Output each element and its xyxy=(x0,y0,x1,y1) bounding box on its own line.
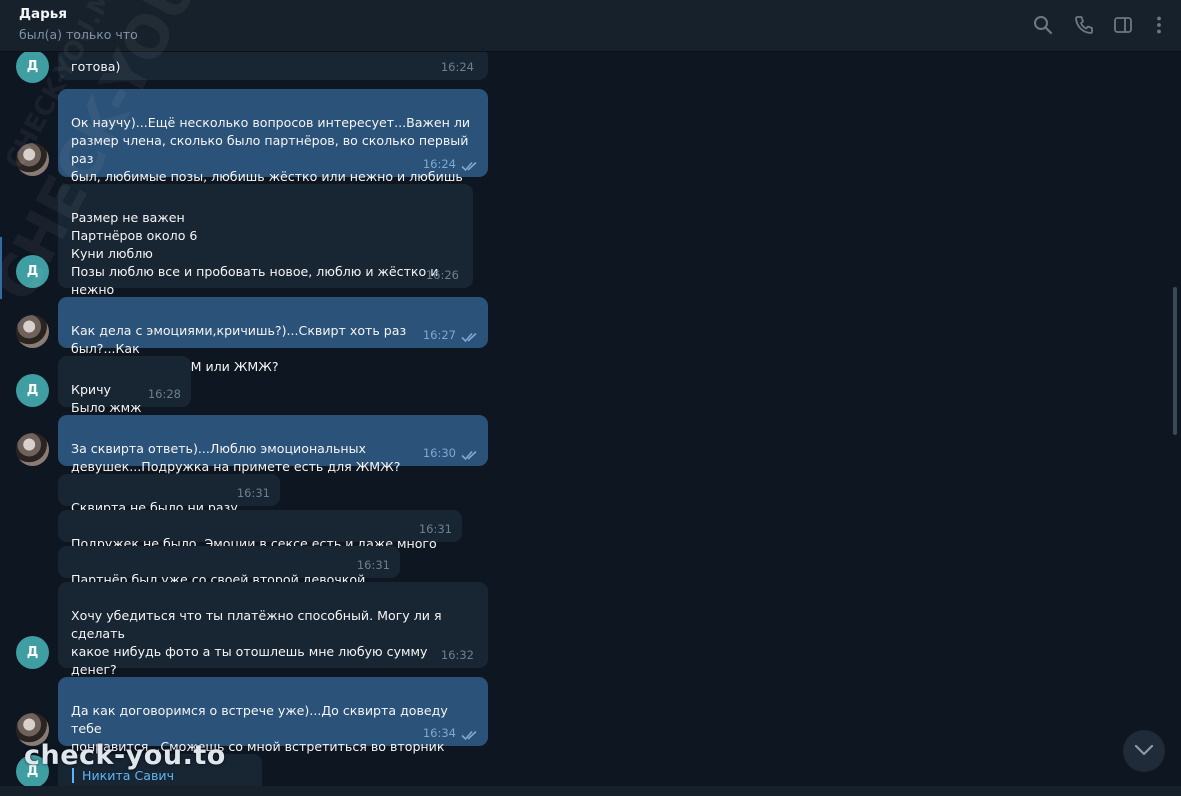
read-checkmarks-icon xyxy=(461,730,477,741)
message-time: 16:30 xyxy=(422,446,456,460)
scroll-thumb[interactable] xyxy=(1173,287,1177,435)
read-checkmarks-icon xyxy=(461,450,477,461)
message-incoming[interactable]: Размер не важен Партнёров около 6 Куни л… xyxy=(58,184,473,315)
chevron-down-icon xyxy=(1134,744,1154,756)
message-outgoing[interactable]: Да как договоримся о встрече уже)...До с… xyxy=(58,677,488,790)
message-incoming[interactable]: Хочу убедиться что ты платёжно способный… xyxy=(58,582,488,731)
more-icon[interactable] xyxy=(1148,14,1170,36)
message-incoming[interactable]: Кричу Было жмж 16:28 xyxy=(58,356,191,415)
message-time: 16:34 xyxy=(422,726,456,740)
message-time: 16:31 xyxy=(236,486,270,500)
message-time: 16:24 xyxy=(440,60,474,74)
read-checkmarks-icon xyxy=(461,161,477,172)
read-checkmarks-icon xyxy=(461,332,477,343)
watermark-text: check-you.to xyxy=(24,740,226,771)
message-text: За сквирта ответь)...Люблю эмоциональных… xyxy=(71,441,401,474)
search-icon[interactable] xyxy=(1032,14,1054,36)
avatar[interactable] xyxy=(16,315,49,348)
sidebar-toggle-icon[interactable] xyxy=(1112,14,1134,36)
message-incoming[interactable]: Сквирта не было ни разу 16:31 xyxy=(58,474,280,515)
message-list[interactable]: готова) 16:24 Д Ок научу)...Ещё нескольк… xyxy=(0,52,1181,796)
avatar[interactable]: Д xyxy=(16,636,49,669)
message-time: 16:31 xyxy=(356,558,390,572)
scroll-down-button[interactable] xyxy=(1123,730,1165,772)
message-time: 16:26 xyxy=(425,268,459,282)
message-incoming[interactable]: Подружек не было. Эмоции в сексе есть и … xyxy=(58,510,462,551)
message-text: Кричу Было жмж xyxy=(71,382,142,415)
avatar[interactable]: Д xyxy=(16,374,49,407)
scrollbar[interactable] xyxy=(1172,52,1178,796)
unread-marker xyxy=(0,237,2,299)
composer-area xyxy=(0,786,1181,796)
phone-icon[interactable] xyxy=(1073,14,1095,36)
message-time: 16:24 xyxy=(422,157,456,171)
message-time: 16:32 xyxy=(440,648,474,662)
message-outgoing[interactable]: Как дела с эмоциями,кричишь?)...Сквирт х… xyxy=(58,297,488,374)
message-time: 16:28 xyxy=(147,387,181,401)
message-incoming[interactable]: Партнёр был уже со своей второй девочкой… xyxy=(58,546,400,587)
message-outgoing[interactable]: За сквирта ответь)...Люблю эмоциональных… xyxy=(58,415,488,474)
avatar[interactable] xyxy=(16,433,49,466)
chat-title[interactable]: Дарья xyxy=(19,6,67,22)
message-time: 16:27 xyxy=(422,328,456,342)
message-time: 16:31 xyxy=(418,522,452,536)
